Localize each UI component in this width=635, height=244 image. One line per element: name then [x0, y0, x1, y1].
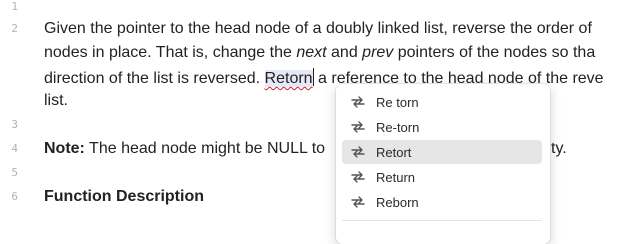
replace-icon [350, 145, 368, 159]
suggestion-item[interactable]: Re-torn [342, 115, 542, 139]
section-heading: Function Description [44, 188, 204, 205]
suggestion-item[interactable]: Reborn [342, 190, 542, 214]
spelling-suggestions-menu: Re torn Re-torn Retort Return Reborn [336, 84, 550, 244]
suggestion-item-highlighted[interactable]: Retort [342, 140, 542, 164]
line-number: 6 [11, 190, 18, 203]
paragraph-line-4: list. [44, 92, 68, 109]
suggestion-label: Return [376, 169, 416, 185]
replace-icon [350, 95, 368, 109]
suggestion-label: Reborn [376, 194, 419, 210]
replace-icon [350, 195, 368, 209]
emphasis-next: next [296, 44, 327, 61]
line-number: 4 [11, 142, 18, 155]
emphasis-prev: prev [362, 44, 394, 61]
replace-icon [350, 120, 368, 134]
replace-icon [350, 170, 368, 184]
menu-separator [342, 220, 542, 221]
line-number: 1 [11, 0, 18, 13]
paragraph-line-1: Given the pointer to the head node of a … [44, 20, 592, 37]
note-label: Note: [44, 140, 85, 157]
paragraph-line-2: nodes in place. That is, change the next… [44, 44, 596, 61]
suggestion-item[interactable]: Re torn [342, 90, 542, 114]
suggestion-label: Retort [376, 144, 412, 160]
line-number: 5 [11, 166, 18, 179]
suggestion-label: Re-torn [376, 119, 420, 135]
line-number: 2 [11, 22, 18, 35]
suggestion-item[interactable]: Return [342, 165, 542, 189]
note-line: Note: The head node might be NULL to [44, 140, 326, 157]
suggestion-label: Re torn [376, 94, 419, 110]
line-number: 3 [11, 118, 18, 131]
note-line-tail: ty. [551, 140, 567, 157]
misspelled-word[interactable]: Retorn [264, 70, 313, 87]
